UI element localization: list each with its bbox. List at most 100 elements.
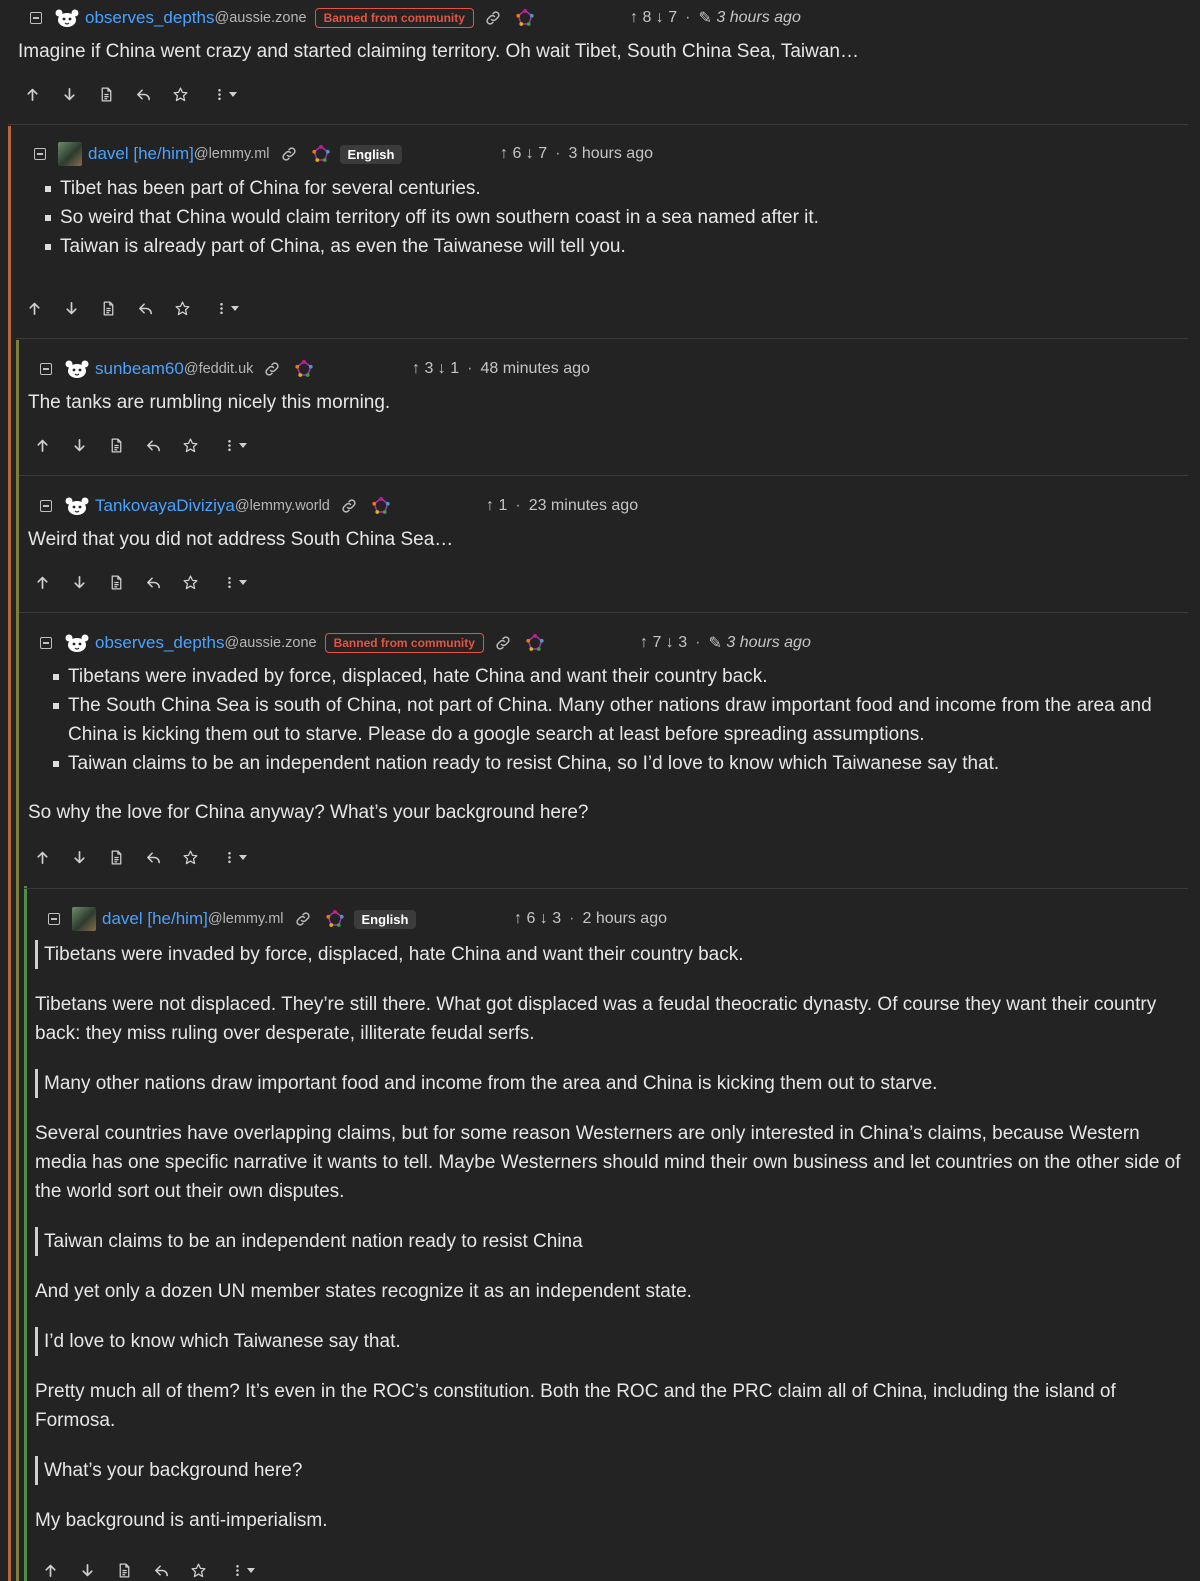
- arrow-down-icon: [73, 850, 85, 863]
- chevron-down-icon: [228, 92, 237, 97]
- downvote-count: 7: [538, 145, 548, 162]
- arrow-down-icon: [73, 438, 85, 451]
- vote-summary: ↑ 6 ↓ 7 · 3 hours ago: [500, 141, 653, 167]
- thread-rail[interactable]: [24, 886, 27, 1581]
- more-vertical-icon: [219, 302, 223, 314]
- downvote-button[interactable]: [59, 84, 79, 104]
- upvote-count: 1: [498, 497, 508, 514]
- divider: [8, 124, 1188, 125]
- downvote-count: 3: [552, 910, 562, 927]
- minus-square-icon[interactable]: [40, 500, 52, 512]
- separator-dot: ·: [467, 360, 473, 377]
- thread-rail[interactable]: [8, 126, 11, 1581]
- comment-actions: [32, 434, 268, 456]
- save-button[interactable]: [180, 847, 200, 867]
- timestamp[interactable]: 3 hours ago: [568, 145, 653, 163]
- reply-button[interactable]: [151, 1560, 171, 1580]
- minus-square-icon[interactable]: [30, 12, 42, 24]
- downvote-button[interactable]: [61, 298, 81, 318]
- avatar[interactable]: [64, 631, 90, 655]
- reply-button[interactable]: [143, 435, 163, 455]
- comment-body: Imagine if China went crazy and started …: [18, 37, 1188, 66]
- upvote-button[interactable]: [32, 847, 52, 867]
- link-icon[interactable]: [280, 145, 298, 163]
- arrow-up-icon: [26, 88, 38, 101]
- view-source-button[interactable]: [114, 1560, 134, 1580]
- timestamp[interactable]: 3 hours ago: [716, 9, 801, 27]
- upvote-button[interactable]: [32, 435, 52, 455]
- avatar[interactable]: [54, 6, 80, 30]
- link-icon[interactable]: [294, 910, 312, 928]
- link-icon[interactable]: [494, 634, 512, 652]
- minus-square-icon[interactable]: [40, 363, 52, 375]
- username-link[interactable]: sunbeam60: [95, 359, 184, 379]
- save-button[interactable]: [180, 572, 200, 592]
- downvote-button[interactable]: [77, 1560, 97, 1580]
- link-icon[interactable]: [484, 9, 502, 27]
- upvote-button[interactable]: [24, 298, 44, 318]
- username-link[interactable]: davel [he/him]: [102, 909, 208, 929]
- reply-button[interactable]: [133, 84, 153, 104]
- more-actions-button[interactable]: [207, 84, 241, 104]
- view-source-button[interactable]: [98, 298, 118, 318]
- fediverse-icon[interactable]: [526, 634, 544, 652]
- arrow-up-icon: [36, 851, 48, 864]
- more-actions-button[interactable]: [217, 572, 251, 592]
- upvote-button[interactable]: [32, 572, 52, 592]
- fediverse-icon[interactable]: [311, 145, 330, 163]
- save-button[interactable]: [170, 84, 190, 104]
- timestamp[interactable]: 2 hours ago: [582, 910, 667, 928]
- chevron-down-icon: [230, 306, 239, 311]
- upvote-count-icon: ↑: [412, 360, 425, 377]
- timestamp[interactable]: 3 hours ago: [726, 634, 811, 652]
- more-actions-button[interactable]: [217, 435, 251, 455]
- timestamp[interactable]: 48 minutes ago: [480, 360, 589, 378]
- thread-rail[interactable]: [16, 340, 19, 1581]
- instance-label: @lemmy.ml: [193, 146, 270, 162]
- avatar[interactable]: [64, 494, 90, 518]
- comment-text: And yet only a dozen UN member states re…: [35, 1281, 692, 1302]
- link-icon[interactable]: [340, 497, 358, 515]
- view-source-button[interactable]: [106, 572, 126, 592]
- view-source-button[interactable]: [96, 84, 116, 104]
- fediverse-icon[interactable]: [325, 910, 344, 928]
- language-badge: English: [339, 144, 403, 164]
- comment-text: Weird that you did not address South Chi…: [28, 529, 454, 550]
- upvote-button[interactable]: [40, 1560, 60, 1580]
- username-link[interactable]: observes_depths: [85, 8, 214, 28]
- minus-square-icon[interactable]: [34, 148, 46, 160]
- downvote-button[interactable]: [69, 572, 89, 592]
- username-link[interactable]: observes_depths: [95, 633, 224, 653]
- reply-button[interactable]: [143, 847, 163, 867]
- fediverse-icon[interactable]: [372, 497, 390, 515]
- comment-actions: [32, 571, 268, 593]
- view-source-button[interactable]: [106, 435, 126, 455]
- reply-button[interactable]: [143, 572, 163, 592]
- avatar[interactable]: [72, 907, 96, 931]
- reply-button[interactable]: [135, 298, 155, 318]
- upvote-button[interactable]: [22, 84, 42, 104]
- save-button[interactable]: [188, 1560, 208, 1580]
- more-actions-button[interactable]: [217, 847, 251, 867]
- comment-header: TankovayaDiviziya @lemmy.world: [40, 493, 390, 519]
- vote-summary: ↑ 1 · 23 minutes ago: [486, 493, 638, 519]
- fediverse-icon[interactable]: [295, 360, 314, 378]
- fediverse-icon[interactable]: [516, 9, 534, 27]
- link-icon[interactable]: [263, 360, 281, 378]
- username-link[interactable]: TankovayaDiviziya: [95, 496, 235, 516]
- avatar[interactable]: [58, 142, 82, 166]
- comment-text: Pretty much all of them? It’s even in th…: [35, 1381, 1116, 1431]
- bullet-list: Tibetans were invaded by force, displace…: [48, 662, 1178, 778]
- save-button[interactable]: [180, 435, 200, 455]
- save-button[interactable]: [172, 298, 192, 318]
- minus-square-icon[interactable]: [40, 637, 52, 649]
- minus-square-icon[interactable]: [48, 913, 60, 925]
- username-link[interactable]: davel [he/him]: [88, 144, 194, 164]
- view-source-button[interactable]: [106, 847, 126, 867]
- timestamp[interactable]: 23 minutes ago: [529, 497, 638, 515]
- more-actions-button[interactable]: [209, 298, 243, 318]
- downvote-button[interactable]: [69, 435, 89, 455]
- more-actions-button[interactable]: [225, 1560, 259, 1580]
- downvote-button[interactable]: [69, 847, 89, 867]
- avatar[interactable]: [64, 357, 90, 381]
